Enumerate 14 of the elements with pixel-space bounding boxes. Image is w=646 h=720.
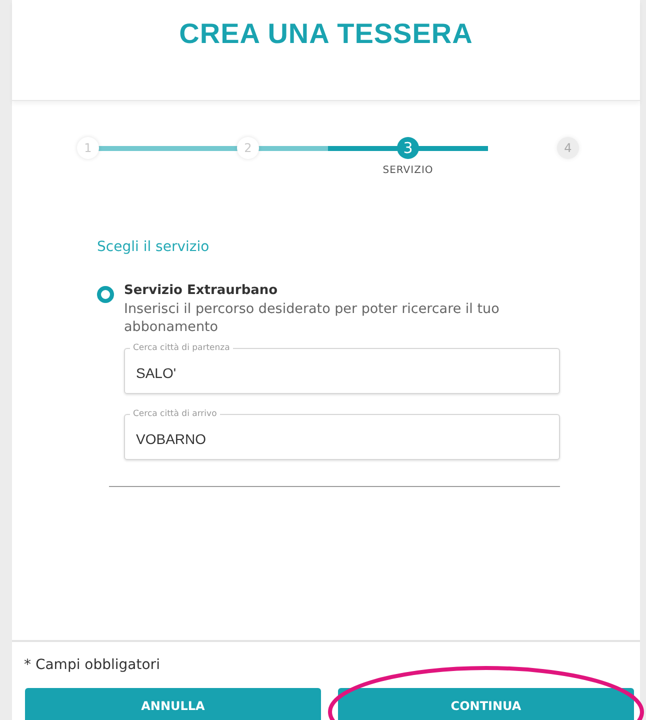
- step-label: SERVIZIO: [382, 165, 434, 176]
- option-label: Servizio Extraurbano: [124, 283, 279, 298]
- input-field[interactable]: Cerca città di partenza SALO': [124, 341, 560, 394]
- step-circle: 4: [557, 137, 579, 159]
- required-note: * Campi obbligatori: [23, 657, 161, 673]
- page-title: CREA UNA TESSERA: [179, 18, 473, 51]
- field-label: Cerca città di partenza: [130, 342, 233, 354]
- field-value: VOBARNO: [135, 431, 206, 447]
- option-description: Inserisci il percorso desiderato per poter ricercare il tuo abbonamento: [124, 300, 500, 336]
- field-value: SALO': [135, 365, 176, 381]
- input-field[interactable]: Cerca città di arrivo VOBARNO: [124, 407, 560, 460]
- step-circle: 3: [397, 137, 419, 159]
- radio-button[interactable]: [97, 286, 114, 303]
- section-title: Scegli il servizio: [97, 239, 210, 255]
